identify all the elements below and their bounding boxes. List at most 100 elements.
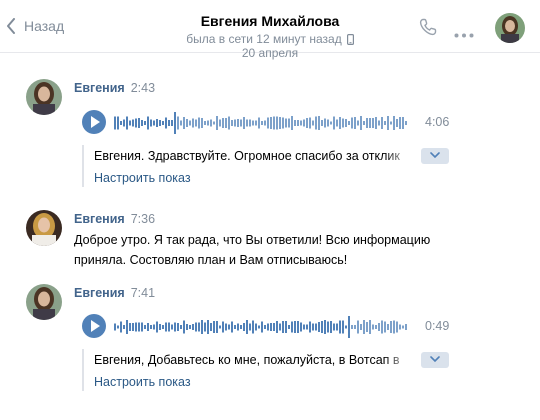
waveform-bar	[387, 324, 389, 330]
message-meta: Евгения 2:43	[74, 81, 155, 95]
message-time: 7:41	[130, 286, 156, 300]
voice-duration: 0:49	[425, 319, 450, 333]
waveform-bar	[339, 117, 341, 129]
waveform-bar	[270, 323, 272, 331]
waveform-bar	[294, 321, 296, 333]
waveform-bar	[273, 323, 275, 331]
call-button[interactable]	[418, 17, 438, 42]
waveform-bar	[255, 120, 257, 126]
waveform-bar	[321, 321, 323, 333]
avatar[interactable]	[26, 210, 62, 246]
waveform-bar	[144, 121, 146, 125]
waveform-bar	[267, 323, 269, 331]
waveform-bar	[345, 325, 347, 329]
waveform-bar	[402, 117, 404, 129]
waveform-bar	[186, 324, 188, 330]
waveform-bar	[222, 118, 224, 128]
waveform-bar	[234, 119, 236, 127]
waveform-bar	[213, 121, 215, 125]
waveform-bar	[228, 116, 230, 130]
waveform-bar	[276, 321, 278, 333]
author-name[interactable]: Евгения	[74, 286, 125, 300]
waveform-bar	[165, 322, 167, 332]
message: Евгения 2:43 4:06 Евгения. Здравствуйте. …	[26, 79, 536, 189]
author-name[interactable]: Евгения	[74, 212, 125, 226]
waveform-bar	[282, 117, 284, 129]
waveform-bar	[228, 324, 230, 330]
waveform-bar	[375, 117, 377, 129]
waveform-bar	[243, 117, 245, 129]
waveform-bar	[381, 117, 383, 129]
waveform-bar	[129, 120, 131, 126]
waveform-bar	[150, 119, 152, 127]
waveform-bar	[195, 322, 197, 332]
waveform-bar	[390, 321, 392, 333]
voice-message: 4:06	[82, 110, 482, 136]
chevron-down-icon	[430, 152, 440, 159]
voice-waveform[interactable]	[114, 110, 414, 136]
waveform-bar	[180, 325, 182, 329]
waveform-bar	[363, 320, 365, 334]
waveform-bar	[378, 120, 380, 126]
waveform-bar	[177, 116, 179, 130]
waveform-bar	[396, 119, 398, 127]
waveform-bar	[144, 325, 146, 329]
waveform-bar	[252, 120, 254, 126]
waveform-bar	[153, 324, 155, 330]
waveform-bar	[264, 120, 266, 126]
waveform-bar	[369, 118, 371, 128]
expand-transcript-button[interactable]	[421, 148, 449, 164]
message-text-line: Доброе утро. Я так рада, что Вы ответили…	[74, 233, 431, 247]
waveform-bar	[210, 119, 212, 127]
waveform-bar	[309, 117, 311, 129]
header-avatar[interactable]	[495, 13, 525, 43]
waveform-bar	[270, 117, 272, 129]
waveform-bar	[201, 118, 203, 128]
transcript-settings-link[interactable]: Настроить показ	[94, 375, 191, 389]
waveform-bar	[267, 117, 269, 129]
waveform-bar	[258, 117, 260, 129]
waveform-bar	[306, 118, 308, 128]
waveform-bar	[171, 120, 173, 126]
author-name[interactable]: Евгения	[74, 81, 125, 95]
waveform-bar	[405, 121, 407, 125]
waveform-bar	[318, 116, 320, 130]
waveform-bar	[129, 323, 131, 331]
avatar[interactable]	[26, 79, 62, 115]
transcript-settings-link[interactable]: Настроить показ	[94, 171, 191, 185]
waveform-bar	[342, 118, 344, 128]
phone-icon	[419, 18, 437, 36]
waveform-bar	[261, 121, 263, 125]
play-button[interactable]	[82, 314, 106, 338]
waveform-bar	[351, 325, 353, 329]
avatar[interactable]	[26, 284, 62, 320]
waveform-bar	[189, 120, 191, 126]
voice-waveform[interactable]	[114, 314, 414, 340]
expand-transcript-button[interactable]	[421, 352, 449, 368]
waveform-bar	[264, 325, 266, 329]
waveform-bar	[249, 119, 251, 127]
waveform-bar	[225, 323, 227, 331]
waveform-bar	[318, 322, 320, 332]
voice-transcript: Евгения, Добавьтесь ко мне, пожалуйста, …	[82, 349, 479, 391]
date-separator: 20 апреля	[241, 46, 299, 60]
waveform-bar	[366, 118, 368, 128]
waveform-bar	[162, 325, 164, 329]
waveform-bar	[117, 116, 119, 130]
waveform-bar	[333, 116, 335, 130]
waveform-bar	[234, 325, 236, 329]
waveform-bar	[147, 323, 149, 331]
message-text-line: приняла. Состовляю план и Вам отписываюс…	[74, 253, 348, 267]
waveform-bar	[405, 324, 407, 330]
more-button[interactable]	[454, 25, 474, 43]
waveform-bar	[219, 325, 221, 329]
waveform-bar	[216, 116, 218, 130]
waveform-bar	[174, 112, 176, 134]
waveform-bar	[192, 118, 194, 128]
play-button[interactable]	[82, 110, 106, 134]
waveform-bar	[135, 322, 137, 332]
waveform-bar	[282, 321, 284, 333]
waveform-bar	[279, 117, 281, 129]
waveform-bar	[372, 324, 374, 330]
waveform-bar	[309, 321, 311, 333]
